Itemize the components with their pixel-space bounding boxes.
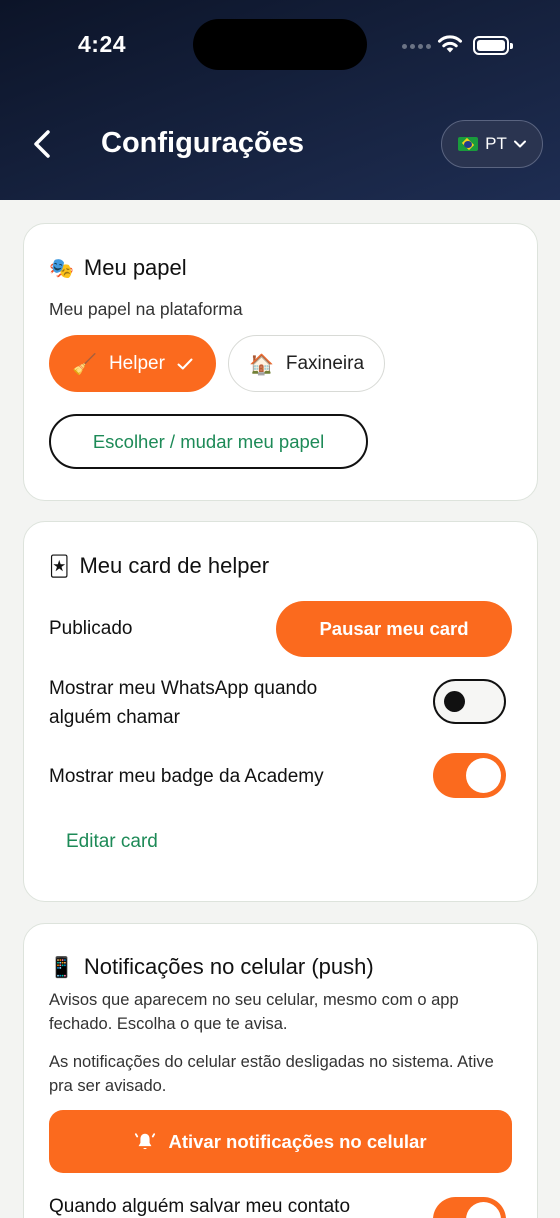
helper-card-title: 🃏 Meu card de helper — [49, 553, 270, 578]
chevron-down-icon — [513, 140, 526, 148]
broom-icon: 🧹 — [72, 351, 97, 376]
role-card: 🎭 Meu papel Meu papel na plataforma 🧹 He… — [23, 223, 538, 501]
cellular-signal-icon — [402, 44, 431, 49]
language-selector[interactable]: PT — [441, 120, 543, 168]
academy-badge-label: Mostrar meu badge da Academy — [49, 766, 324, 787]
pause-card-button[interactable]: Pausar meu card — [276, 601, 512, 657]
change-role-button[interactable]: Escolher / mudar meu papel — [49, 414, 368, 469]
wifi-icon — [438, 35, 462, 53]
chevron-left-icon — [34, 130, 50, 158]
card-status: Publicado — [49, 618, 133, 639]
joker-card-icon: 🃏 — [49, 554, 70, 578]
role-card-title: 🎭 Meu papel — [49, 255, 187, 280]
contact-saved-toggle[interactable] — [433, 1197, 506, 1218]
page-title: Configurações — [101, 127, 305, 159]
app-header: 4:24 Configurações PT — [0, 0, 560, 200]
language-code: PT — [485, 134, 507, 153]
whatsapp-setting-label: Mostrar meu WhatsApp quando alguém chama… — [49, 678, 318, 728]
whatsapp-toggle[interactable] — [433, 679, 506, 724]
push-card-description: Avisos que aparecem no seu celular, mesm… — [49, 991, 459, 1033]
academy-badge-toggle[interactable] — [433, 753, 506, 798]
role-option-faxineira[interactable]: 🏠 Faxineira — [228, 335, 385, 392]
edit-card-link[interactable]: Editar card — [66, 831, 158, 853]
status-time: 4:24 — [78, 31, 127, 57]
role-option-helper[interactable]: 🧹 Helper — [49, 335, 216, 392]
brazil-flag-icon — [458, 137, 479, 151]
house-icon: 🏠 — [248, 351, 274, 376]
role-card-subtitle: Meu papel na plataforma — [49, 299, 243, 319]
dynamic-island — [193, 19, 367, 70]
enable-push-button[interactable]: Ativar notificações no celular — [49, 1110, 512, 1173]
back-button[interactable] — [24, 124, 60, 164]
push-card-title: 📱 Notificações no celular (push) — [49, 954, 374, 979]
helper-card: 🃏 Meu card de helper Publicado Pausar me… — [23, 521, 538, 902]
mobile-phone-icon: 📱 — [49, 955, 74, 979]
push-system-warning: As notificações do celular estão desliga… — [49, 1053, 494, 1095]
push-notifications-card: 📱 Notificações no celular (push) Avisos … — [23, 923, 538, 1218]
battery-icon — [473, 36, 513, 55]
bell-ringing-icon — [135, 1132, 156, 1149]
contact-saved-setting-label: Quando alguém salvar meu contato — [49, 1196, 351, 1217]
check-icon — [177, 358, 193, 369]
theater-masks-icon: 🎭 — [49, 256, 74, 280]
